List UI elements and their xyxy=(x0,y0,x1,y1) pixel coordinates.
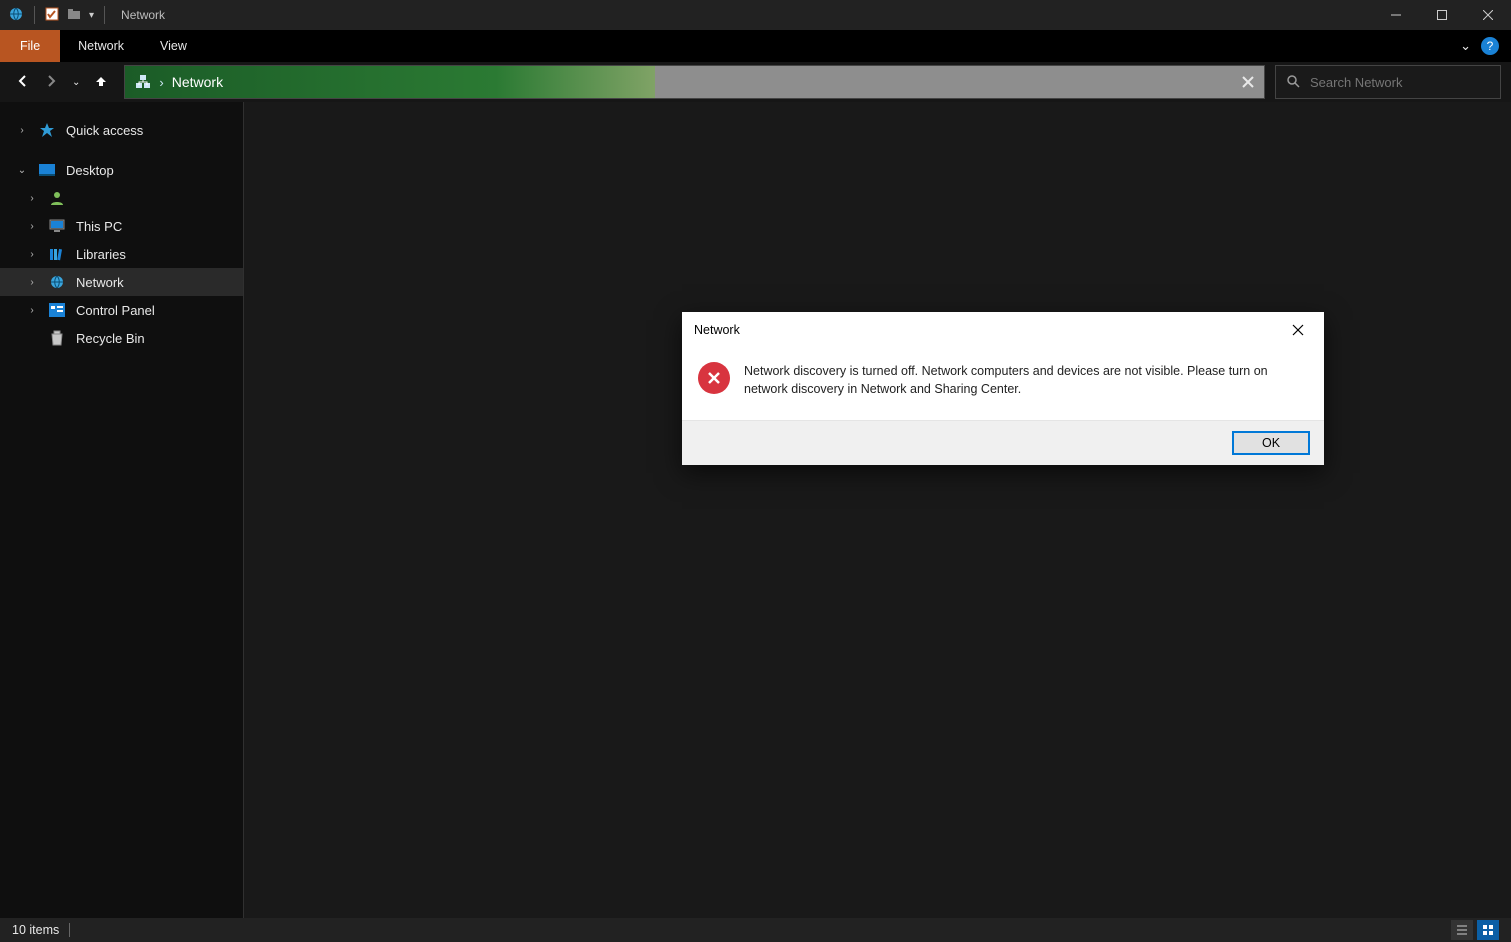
tree-control-panel[interactable]: › Control Panel xyxy=(0,296,243,324)
search-box[interactable] xyxy=(1275,65,1501,99)
tree-label: Control Panel xyxy=(76,303,155,318)
dialog-title-bar[interactable]: Network xyxy=(682,312,1324,348)
quick-access-toolbar: ▾ Network xyxy=(0,6,173,25)
window-title: Network xyxy=(115,8,165,22)
this-pc-icon xyxy=(48,218,66,234)
chevron-down-icon[interactable]: ⌄ xyxy=(16,165,28,176)
separator xyxy=(104,6,105,24)
window-close-button[interactable] xyxy=(1465,0,1511,30)
window-minimize-button[interactable] xyxy=(1373,0,1419,30)
tree-quick-access[interactable]: › Quick access xyxy=(0,116,243,144)
search-input[interactable] xyxy=(1310,75,1490,90)
help-icon[interactable]: ? xyxy=(1481,37,1499,55)
tree-label: This PC xyxy=(76,219,122,234)
window-maximize-button[interactable] xyxy=(1419,0,1465,30)
address-breadcrumb[interactable]: › Network xyxy=(125,66,655,98)
search-icon xyxy=(1286,74,1300,91)
network-app-icon xyxy=(8,6,24,25)
chevron-right-icon[interactable]: › xyxy=(26,249,38,260)
libraries-icon xyxy=(48,246,66,262)
address-bar[interactable]: › Network xyxy=(124,65,1265,99)
navigation-pane: › Quick access ⌄ Desktop › › This xyxy=(0,102,244,918)
tab-network[interactable]: Network xyxy=(60,30,142,62)
status-bar: 10 items xyxy=(0,918,1511,942)
qat-properties-icon[interactable] xyxy=(45,7,59,24)
nav-forward-button[interactable] xyxy=(44,74,58,91)
separator xyxy=(34,6,35,24)
tree-libraries[interactable]: › Libraries xyxy=(0,240,243,268)
tab-view[interactable]: View xyxy=(142,30,205,62)
tree-label: Network xyxy=(76,275,124,290)
nav-up-button[interactable] xyxy=(94,74,108,91)
nav-back-button[interactable] xyxy=(16,74,30,91)
chevron-right-icon[interactable]: › xyxy=(26,221,38,232)
tree-label: Recycle Bin xyxy=(76,331,145,346)
breadcrumb-network[interactable]: Network xyxy=(172,74,223,90)
chevron-right-icon[interactable]: › xyxy=(26,305,38,316)
ribbon-tabs: File Network View ⌄ ? xyxy=(0,30,1511,62)
tree-desktop[interactable]: ⌄ Desktop xyxy=(0,156,243,184)
dialog-close-button[interactable] xyxy=(1284,316,1312,344)
view-large-icons-button[interactable] xyxy=(1477,920,1499,940)
ribbon-expand-icon[interactable]: ⌄ xyxy=(1460,38,1471,54)
control-panel-icon xyxy=(48,302,66,318)
tab-file[interactable]: File xyxy=(0,30,60,62)
tree-network[interactable]: › Network xyxy=(0,268,243,296)
view-details-button[interactable] xyxy=(1451,920,1473,940)
recycle-bin-icon xyxy=(48,330,66,346)
address-bar-row: ⌄ › Network xyxy=(0,62,1511,102)
title-bar: ▾ Network xyxy=(0,0,1511,30)
qat-customize-icon[interactable]: ▾ xyxy=(89,10,94,21)
address-stop-icon[interactable] xyxy=(1232,66,1264,98)
user-icon xyxy=(48,190,66,206)
dialog-message: Network discovery is turned off. Network… xyxy=(744,362,1304,398)
network-icon xyxy=(48,274,66,290)
content-area: Network Network discovery is turned off.… xyxy=(244,102,1511,918)
desktop-icon xyxy=(38,162,56,178)
chevron-right-icon[interactable]: › xyxy=(26,277,38,288)
tree-recycle-bin[interactable]: › Recycle Bin xyxy=(0,324,243,352)
tree-this-pc[interactable]: › This PC xyxy=(0,212,243,240)
dialog-network-discovery: Network Network discovery is turned off.… xyxy=(682,312,1324,465)
nav-recent-dropdown[interactable]: ⌄ xyxy=(72,77,80,88)
dialog-title: Network xyxy=(694,323,740,337)
chevron-right-icon[interactable]: › xyxy=(26,193,38,204)
tree-label: Quick access xyxy=(66,123,143,138)
status-item-count: 10 items xyxy=(12,923,59,937)
error-icon xyxy=(698,362,730,394)
qat-newfolder-icon[interactable] xyxy=(67,7,81,24)
tree-user[interactable]: › xyxy=(0,184,243,212)
tree-label: Desktop xyxy=(66,163,114,178)
quick-access-icon xyxy=(38,122,56,138)
tree-label: Libraries xyxy=(76,247,126,262)
separator xyxy=(69,923,70,937)
chevron-right-icon[interactable]: › xyxy=(16,125,28,136)
ok-button[interactable]: OK xyxy=(1232,431,1310,455)
